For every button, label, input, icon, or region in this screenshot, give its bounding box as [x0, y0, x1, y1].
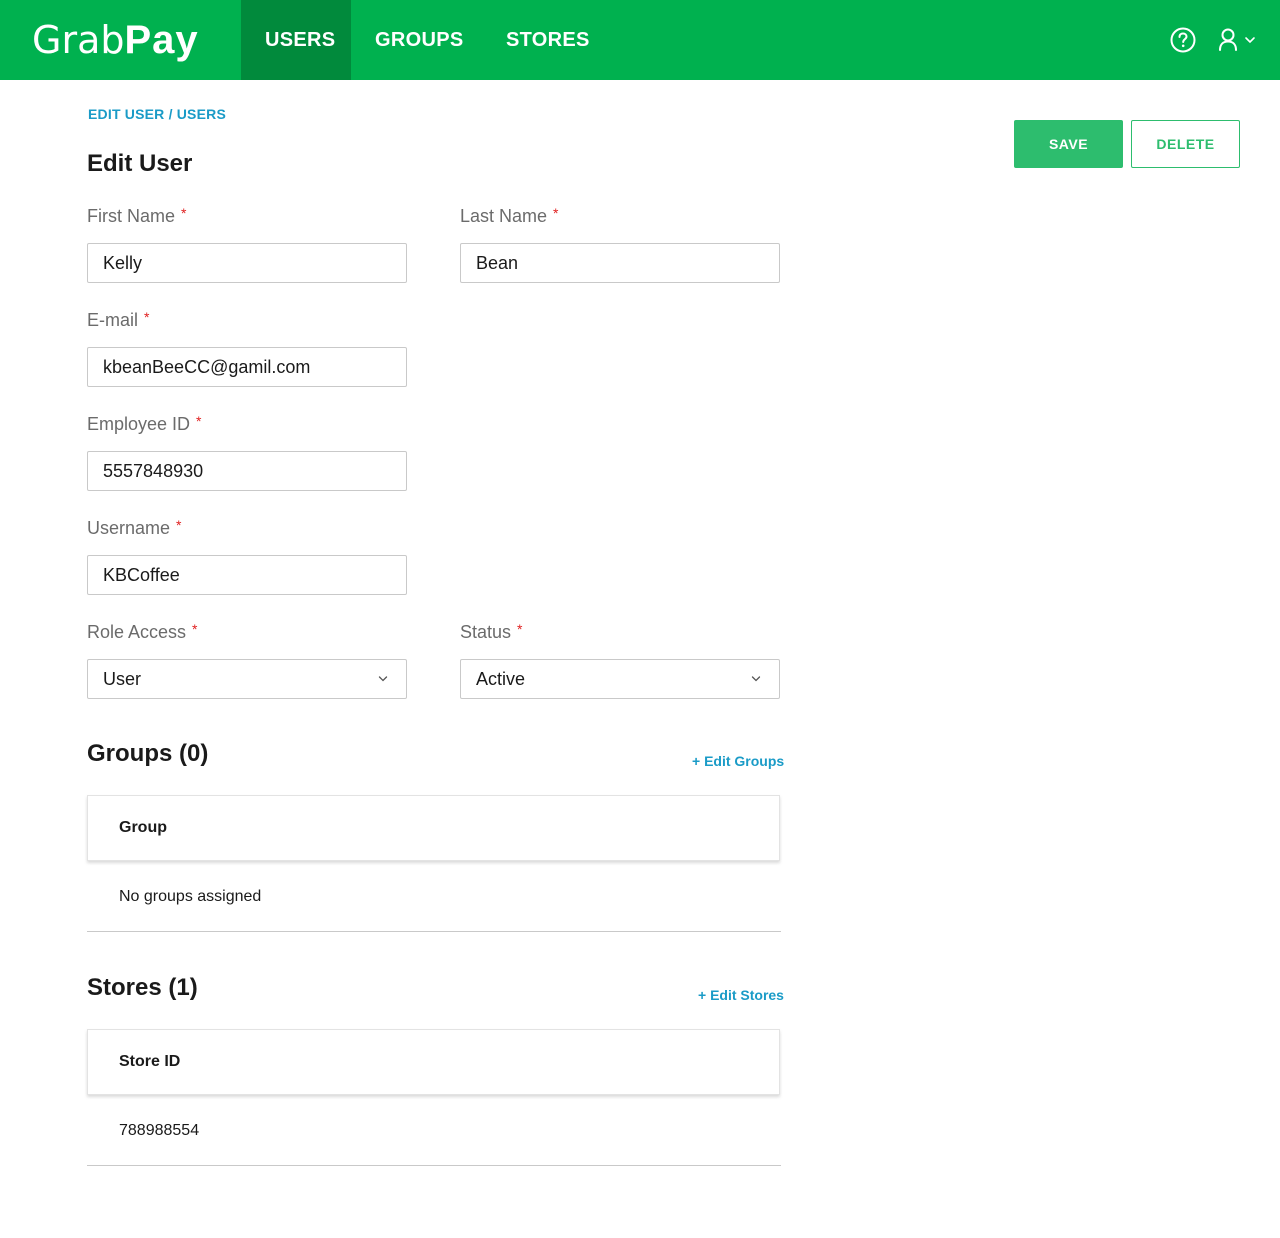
table-row: No groups assigned [87, 862, 781, 932]
user-icon [1219, 28, 1237, 51]
chevron-down-icon [378, 676, 388, 682]
status-value: Active [476, 668, 526, 689]
username-field[interactable] [87, 555, 407, 595]
role-access-value: User [103, 668, 142, 689]
chevron-down-icon [751, 676, 761, 682]
username-label-text: Username [87, 518, 171, 538]
stores-table-header: Store ID [87, 1029, 780, 1095]
groups-section-title: Groups (0) [87, 740, 209, 767]
logo-text-pay: Pay [124, 18, 199, 62]
empty-groups-message: No groups assigned [119, 887, 262, 905]
email-label: E-mail * [87, 309, 149, 331]
last-name-field[interactable] [460, 243, 780, 283]
delete-button[interactable]: DELETE [1131, 120, 1240, 168]
save-button[interactable]: SAVE [1014, 120, 1123, 168]
edit-groups-link[interactable]: + Edit Groups [692, 753, 784, 769]
required-marker: * [553, 205, 559, 221]
logo-text-grab: Grab [32, 18, 125, 62]
required-marker: * [196, 413, 202, 429]
edit-stores-link[interactable]: + Edit Stores [698, 987, 784, 1003]
stores-section-title: Stores (1) [87, 974, 198, 1001]
status-label: Status * [460, 621, 522, 643]
user-menu[interactable] [1218, 28, 1256, 52]
grabpay-logo[interactable]: Grab Pay [32, 16, 199, 64]
required-marker: * [192, 621, 198, 637]
nav-item-label: GROUPS [375, 28, 464, 51]
role-access-select[interactable]: User [87, 659, 407, 699]
store-id-cell: 788988554 [119, 1121, 200, 1139]
breadcrumb[interactable]: EDIT USER / USERS [88, 106, 226, 122]
first-name-label-text: First Name [87, 206, 176, 226]
store-id-column-header: Store ID [119, 1053, 181, 1070]
employee-id-label-text: Employee ID [87, 414, 191, 434]
header-actions [1170, 0, 1256, 80]
help-icon[interactable] [1170, 27, 1196, 53]
email-label-text: E-mail [87, 310, 139, 330]
first-name-label: First Name * [87, 205, 186, 227]
nav-item-label: STORES [506, 28, 590, 51]
required-marker: * [181, 205, 187, 221]
chevron-down-icon [1245, 37, 1255, 44]
required-marker: * [176, 517, 182, 533]
email-field[interactable] [87, 347, 407, 387]
status-select[interactable]: Active [460, 659, 780, 699]
employee-id-label: Employee ID * [87, 413, 202, 435]
help-icon-graphic [1170, 27, 1196, 53]
nav-item-groups[interactable]: GROUPS [351, 0, 482, 80]
role-access-label-text: Role Access [87, 622, 187, 642]
main-nav: USERS GROUPS STORES [241, 0, 590, 80]
first-name-field[interactable] [87, 243, 407, 283]
required-marker: * [517, 621, 523, 637]
nav-item-label: USERS [265, 28, 336, 51]
last-name-label-text: Last Name [460, 206, 548, 226]
username-label: Username * [87, 517, 181, 539]
table-row[interactable]: 788988554 [87, 1096, 781, 1166]
last-name-label: Last Name * [460, 205, 559, 227]
role-access-label: Role Access * [87, 621, 198, 643]
groups-table-header: Group [87, 795, 780, 861]
top-navigation-bar: Grab Pay USERS GROUPS STORES [0, 0, 1280, 80]
employee-id-field[interactable] [87, 451, 407, 491]
group-column-header: Group [119, 819, 167, 836]
nav-item-stores[interactable]: STORES [482, 0, 590, 80]
page-title: Edit User [87, 150, 193, 177]
status-label-text: Status [460, 622, 512, 642]
required-marker: * [144, 309, 150, 325]
nav-item-users[interactable]: USERS [241, 0, 351, 80]
